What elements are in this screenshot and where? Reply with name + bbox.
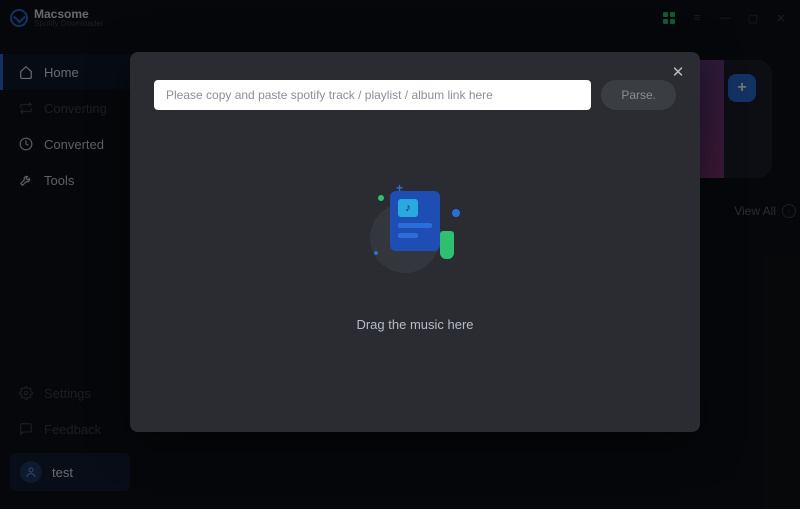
parse-button[interactable]: Parse. [601,80,676,110]
drop-illustration: + ♪ [360,183,470,293]
close-modal-button[interactable]: ✕ [668,62,688,82]
spotify-url-input[interactable] [154,80,591,110]
url-row: Parse. [154,80,676,110]
add-music-modal: ✕ Parse. + ♪ Drag the music here [130,52,700,432]
drop-instruction: Drag the music here [356,317,473,332]
drop-zone[interactable]: + ♪ Drag the music here [154,110,676,404]
document-icon: ♪ [390,191,440,251]
music-note-icon: ♪ [398,199,418,217]
